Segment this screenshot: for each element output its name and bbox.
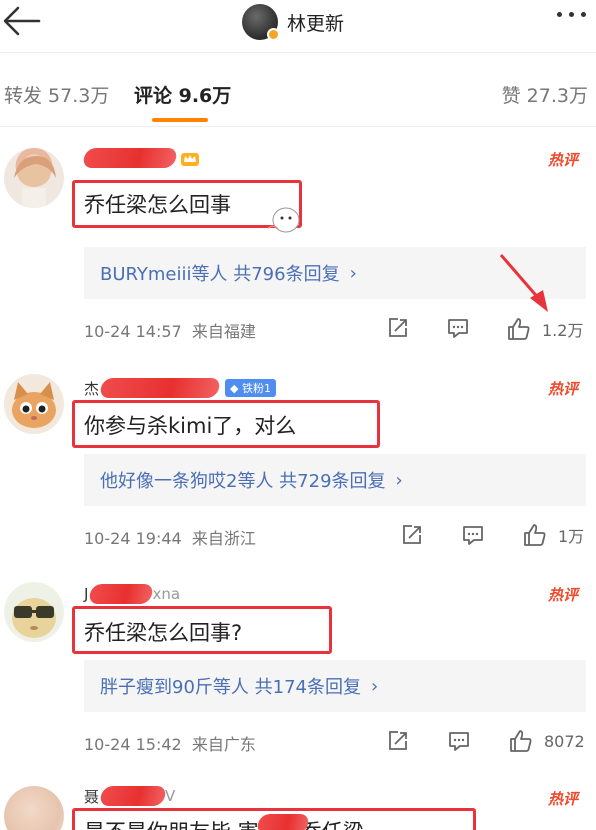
diamond-icon: ◆ (230, 381, 239, 395)
commenter-avatar[interactable] (4, 148, 64, 208)
reply-button[interactable] (446, 316, 470, 340)
commenter-avatar[interactable] (4, 374, 64, 434)
comment-time: 10-24 19:44 来自浙江 (84, 529, 256, 548)
redacted-scribble (98, 378, 222, 398)
like-button[interactable]: 8072 (508, 728, 585, 754)
comment-icon (463, 526, 483, 545)
commenter-name[interactable]: 聂 V (84, 784, 175, 808)
chevron-right-icon: › (370, 675, 379, 697)
share-button[interactable] (386, 729, 410, 753)
thumbs-up-icon (524, 524, 546, 546)
commenter-name[interactable]: 杰 ◆ 铁粉1 (84, 376, 276, 400)
tab-repost[interactable]: 转发 57.3万 (4, 81, 109, 108)
sticker-icon (267, 207, 300, 233)
comment-time: 10-24 15:42 来自广东 (84, 735, 256, 754)
crown-icon (181, 153, 199, 166)
reply-button[interactable] (447, 729, 471, 753)
comment-item: 聂 V 热评 是不是你朋友毕 害死了乔任梁 (0, 780, 596, 830)
comment-location: 来自浙江 (191, 529, 256, 548)
author-avatar[interactable] (242, 4, 280, 41)
top-bar: 林更新 (0, 0, 596, 46)
comment-time: 10-24 14:57 来自福建 (84, 322, 256, 341)
comment-icon (449, 732, 469, 751)
back-button[interactable] (2, 4, 42, 38)
redacted-scribble (98, 786, 168, 806)
like-count: 1.2万 (542, 321, 584, 340)
chevron-right-icon: › (349, 262, 357, 284)
tab-like[interactable]: 赞 27.3万 (502, 81, 588, 108)
commenter-name[interactable]: J xna (84, 582, 180, 606)
hot-comment-tag: 热评 (547, 151, 578, 169)
thumbs-up-icon (510, 730, 532, 752)
comment-location: 来自广东 (191, 735, 256, 754)
divider (0, 52, 596, 53)
author-name[interactable]: 林更新 (287, 9, 344, 36)
reply-summary[interactable]: 胖子瘦到90斤等人 共174条回复 › (84, 660, 586, 712)
post-author[interactable]: 林更新 (242, 2, 344, 42)
hot-comment-tag: 热评 (547, 790, 578, 808)
redacted-scribble (255, 814, 311, 830)
redacted-scribble (88, 584, 155, 604)
comment-text: 乔任梁怎么回事? (84, 621, 243, 645)
divider (0, 126, 596, 127)
active-tab-indicator (152, 118, 208, 122)
commenter-avatar[interactable] (4, 786, 64, 830)
share-button[interactable] (400, 523, 424, 547)
comment-item: J xna 热评 乔任梁怎么回事? 胖子瘦到90斤等人 共174条回复 › 10-… (0, 572, 596, 772)
reply-summary-text[interactable]: BURYmeiii等人 共796条回复 (100, 260, 340, 286)
share-button[interactable] (386, 316, 410, 340)
hot-comment-tag: 热评 (547, 586, 578, 604)
comment-text: 是不是你朋友毕 害死了乔任梁 (84, 816, 364, 830)
engagement-tabs: 转发 57.3万 评论 9.6万 赞 27.3万 (0, 66, 596, 126)
share-icon (389, 731, 407, 750)
tab-comment[interactable]: 评论 9.6万 (134, 81, 231, 108)
share-icon (403, 525, 421, 544)
like-count: 8072 (544, 731, 585, 751)
annotation-arrow (499, 254, 548, 312)
reply-summary-text[interactable]: 胖子瘦到90斤等人 共174条回复 (100, 673, 361, 699)
comment-icon (448, 319, 468, 338)
like-button[interactable]: 1万 (522, 522, 584, 548)
reply-button[interactable] (461, 523, 485, 547)
comment-text: 你参与杀kimi了，对么 (84, 414, 297, 438)
commenter-name[interactable] (81, 146, 200, 170)
verified-badge-icon (267, 28, 280, 41)
comment-item: 热评 乔任梁怎么回事 BURYmeiii等人 共796条回复 › 10-24 14… (0, 140, 596, 350)
chevron-right-icon: › (395, 469, 403, 491)
more-dots-icon[interactable] (557, 12, 586, 17)
share-icon (389, 318, 407, 337)
hot-comment-tag: 热评 (547, 380, 578, 398)
commenter-avatar[interactable] (4, 582, 64, 642)
comment-text: 乔任梁怎么回事 (84, 193, 231, 217)
reply-summary-text[interactable]: 他好像一条狗哎2等人 共729条回复 (100, 467, 386, 493)
comment-location: 来自福建 (191, 322, 256, 341)
redacted-scribble (81, 148, 179, 168)
arrow-left-icon (3, 6, 41, 36)
fan-badge: ◆ 铁粉1 (225, 379, 276, 397)
comment-item: 杰 ◆ 铁粉1 热评 你参与杀kimi了，对么 他好像一条狗哎2等人 共729条… (0, 362, 596, 567)
reply-summary[interactable]: 他好像一条狗哎2等人 共729条回复 › (84, 454, 586, 506)
like-count: 1万 (558, 527, 585, 546)
